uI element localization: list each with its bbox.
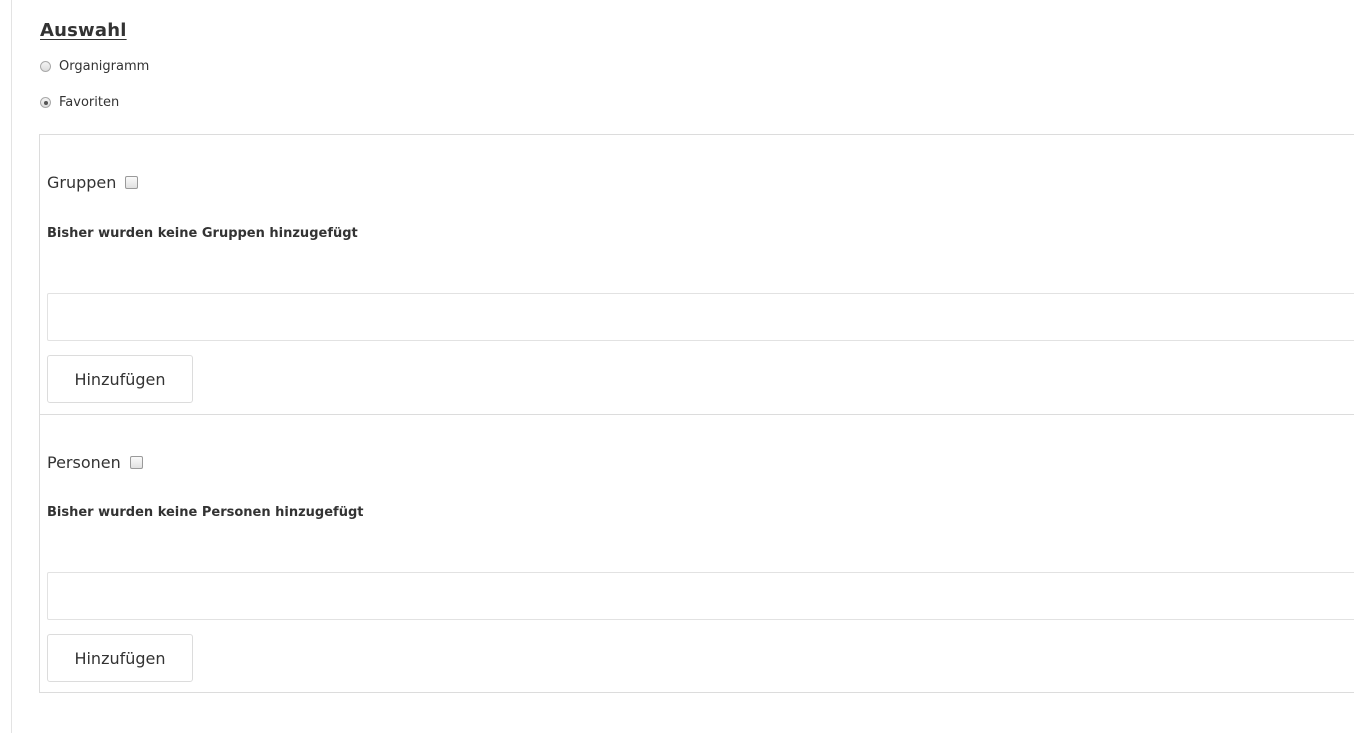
groups-input[interactable] [47,293,1354,341]
persons-title: Personen [47,453,121,472]
groups-checkbox[interactable] [125,176,139,189]
persons-empty-message: Bisher wurden keine Personen hinzugefügt [47,505,364,520]
add-person-button[interactable]: Hinzufügen [47,634,193,682]
left-border [11,0,12,733]
section-divider [39,414,1354,415]
persons-checkbox[interactable] [129,456,143,469]
persons-input[interactable] [47,572,1354,620]
selection-heading: Auswahl [40,20,127,41]
radio-option-organigramm[interactable]: Organigramm [40,59,149,74]
favoriten-label: Favoriten [59,95,120,110]
favorites-selection-page: Auswahl Organigramm Favoriten Gruppen Bi… [0,0,1354,733]
radio-option-favoriten[interactable]: Favoriten [40,95,119,110]
favoriten-radio[interactable] [40,97,51,108]
persons-section-title: Personen [47,453,143,472]
groups-title: Gruppen [47,173,117,192]
organigramm-label: Organigramm [59,59,150,74]
groups-empty-message: Bisher wurden keine Gruppen hinzugefügt [47,226,358,241]
groups-section-title: Gruppen [47,173,139,192]
organigramm-radio[interactable] [40,61,51,72]
add-group-button[interactable]: Hinzufügen [47,355,193,403]
